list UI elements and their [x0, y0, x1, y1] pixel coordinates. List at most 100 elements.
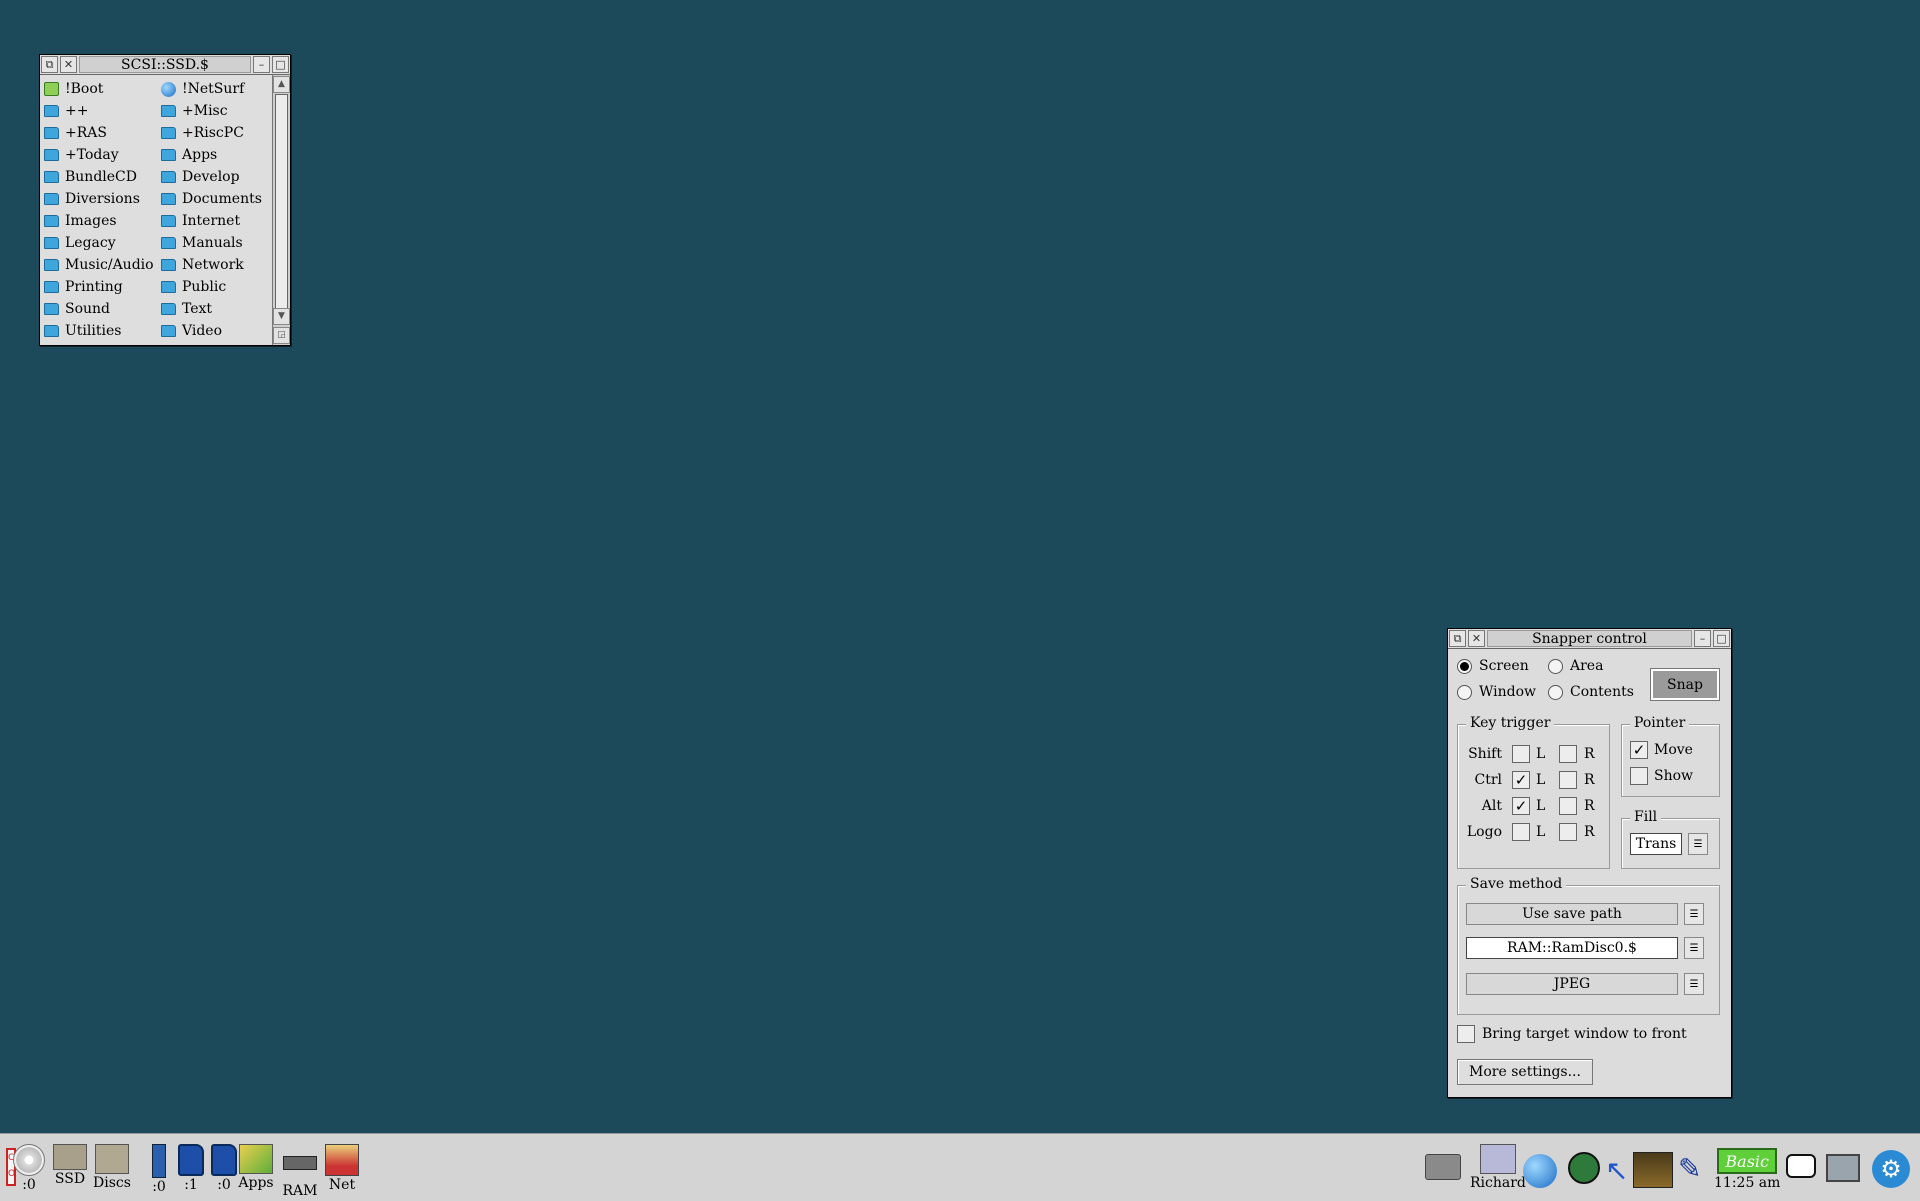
user-printer-icon[interactable]: Richard: [1470, 1134, 1526, 1191]
filer-item-label: Utilities: [65, 323, 122, 339]
key-trigger-left-checkbox[interactable]: ✓: [1512, 771, 1530, 789]
task-manager-cog-icon[interactable]: ⚙: [1872, 1134, 1910, 1188]
filer-item[interactable]: !Boot: [44, 79, 103, 99]
iconbar-device-label: Discs: [93, 1175, 131, 1191]
iconbar-device[interactable]: Discs: [90, 1134, 134, 1191]
save-path-input[interactable]: RAM::RamDisc0.$: [1466, 937, 1678, 959]
usb-drive-icon: [152, 1144, 166, 1178]
move-checkbox[interactable]: ✓: [1630, 741, 1648, 759]
snapper-window[interactable]: ⧉ ✕ Snapper control – □ Screen Area Wind…: [1447, 628, 1732, 1098]
close-icon[interactable]: ✕: [60, 56, 77, 73]
filer-item[interactable]: Diversions: [44, 189, 140, 209]
folder-icon: [44, 105, 59, 117]
basic-app-icon[interactable]: Basic 11:25 am: [1714, 1134, 1780, 1191]
show-checkbox[interactable]: [1630, 767, 1648, 785]
fill-label: Fill: [1630, 809, 1662, 825]
filer-item[interactable]: Legacy: [44, 233, 116, 253]
back-icon[interactable]: ⧉: [41, 56, 58, 73]
filer-item[interactable]: +Misc: [161, 101, 228, 121]
iconbar-device[interactable]: SSD: [48, 1134, 92, 1187]
filer-item-label: Documents: [182, 191, 262, 207]
filer-item[interactable]: Utilities: [44, 321, 121, 341]
more-settings-button[interactable]: More settings...: [1457, 1059, 1593, 1085]
filer-item[interactable]: Apps: [161, 145, 217, 165]
radio-area[interactable]: Area: [1548, 658, 1603, 674]
key-trigger-left-checkbox[interactable]: [1512, 745, 1530, 763]
vertical-scrollbar[interactable]: ▲ ▼ ◲: [272, 75, 290, 345]
key-trigger-right-checkbox[interactable]: [1559, 745, 1577, 763]
back-icon[interactable]: ⧉: [1449, 630, 1466, 647]
display-monitor-icon[interactable]: [1826, 1134, 1860, 1182]
filer-item[interactable]: Images: [44, 211, 117, 231]
iconbar-device-label: :0: [152, 1179, 166, 1195]
filer-window[interactable]: ⧉ ✕ SCSI::SSD.$ – □ !Boot !NetSurf++ +Misc…: [39, 54, 291, 346]
filer-item[interactable]: Documents: [161, 189, 262, 209]
filer-item[interactable]: Internet: [161, 211, 240, 231]
hard-disc-icon: [53, 1144, 87, 1170]
filer-item[interactable]: +RiscPC: [161, 123, 244, 143]
scroll-thumb[interactable]: [275, 94, 288, 309]
filer-item[interactable]: +Today: [44, 145, 119, 165]
filer-item[interactable]: Music/Audio: [44, 255, 154, 275]
mona-lisa-paint-icon[interactable]: [1633, 1134, 1673, 1188]
film-reel-icon[interactable]: [1568, 1134, 1600, 1184]
filer-titlebar[interactable]: ⧉ ✕ SCSI::SSD.$ – □: [40, 55, 290, 75]
filer-item[interactable]: !NetSurf: [161, 79, 244, 99]
radio-contents[interactable]: Contents: [1548, 684, 1634, 700]
toggle-size-icon[interactable]: □: [1713, 630, 1730, 647]
scroll-up-icon[interactable]: ▲: [273, 76, 290, 93]
radio-screen[interactable]: Screen: [1457, 658, 1529, 674]
file-format-menu-icon[interactable]: ☰: [1684, 973, 1704, 995]
radio-dot: [1548, 684, 1563, 700]
filer-item[interactable]: BundleCD: [44, 167, 137, 187]
screenshot-camera-icon[interactable]: [1425, 1134, 1461, 1180]
fill-field[interactable]: Trans: [1630, 833, 1682, 855]
filer-item[interactable]: Manuals: [161, 233, 243, 253]
fill-menu-icon[interactable]: ☰: [1688, 833, 1708, 855]
close-icon[interactable]: ✕: [1468, 630, 1485, 647]
filer-item[interactable]: Sound: [44, 299, 110, 319]
iconbar-device[interactable]: Apps: [234, 1134, 278, 1191]
toggle-size-icon[interactable]: □: [272, 56, 289, 73]
chat-bubble-icon[interactable]: [1786, 1134, 1816, 1178]
filer-item-label: !Boot: [65, 81, 104, 97]
snapper-titlebar[interactable]: ⧉ ✕ Snapper control – □: [1448, 629, 1731, 649]
filer-item[interactable]: Public: [161, 277, 226, 297]
filer-item[interactable]: Video: [161, 321, 222, 341]
key-trigger-left-checkbox[interactable]: [1512, 823, 1530, 841]
filer-title[interactable]: SCSI::SSD.$: [79, 56, 251, 73]
key-trigger-right-checkbox[interactable]: [1559, 797, 1577, 815]
netsurf-globe-icon[interactable]: [1523, 1134, 1557, 1188]
save-method-menu-icon[interactable]: ☰: [1684, 903, 1704, 925]
iconbar-device[interactable]: :0: [7, 1134, 51, 1193]
filer-item[interactable]: Develop: [161, 167, 240, 187]
key-trigger-right-label: R: [1584, 798, 1595, 814]
iconbar-device[interactable]: RAM: [278, 1134, 322, 1199]
bring-to-front-checkbox[interactable]: [1457, 1025, 1475, 1043]
radio-window[interactable]: Window: [1457, 684, 1536, 700]
filer-item[interactable]: Network: [161, 255, 244, 275]
iconise-icon[interactable]: –: [1694, 630, 1711, 647]
filer-item[interactable]: +RAS: [44, 123, 107, 143]
save-path-menu-icon[interactable]: ☰: [1684, 937, 1704, 959]
iconise-icon[interactable]: –: [253, 56, 270, 73]
filer-item[interactable]: Text: [161, 299, 212, 319]
filer-item-label: Apps: [182, 147, 218, 163]
resize-icon[interactable]: ◲: [273, 327, 290, 344]
snap-button[interactable]: Snap: [1650, 668, 1720, 701]
iconbar-device[interactable]: Net: [320, 1134, 364, 1193]
file-format-field[interactable]: JPEG: [1466, 973, 1678, 995]
filer-item[interactable]: Printing: [44, 277, 123, 297]
draw-pen-icon[interactable]: ✎: [1678, 1134, 1701, 1185]
folder-icon: [44, 193, 59, 205]
key-trigger-right-checkbox[interactable]: [1559, 771, 1577, 789]
key-trigger-right-checkbox[interactable]: [1559, 823, 1577, 841]
key-trigger-left-checkbox[interactable]: ✓: [1512, 797, 1530, 815]
save-method-field[interactable]: Use save path: [1466, 903, 1678, 925]
filer-item-label: Public: [182, 279, 227, 295]
snapper-title[interactable]: Snapper control: [1487, 630, 1692, 647]
clock-time[interactable]: 11:25 am: [1714, 1176, 1780, 1191]
filer-item[interactable]: ++: [44, 101, 88, 121]
scroll-down-icon[interactable]: ▼: [273, 308, 290, 325]
pointer-tool-icon[interactable]: ↖: [1605, 1134, 1628, 1187]
